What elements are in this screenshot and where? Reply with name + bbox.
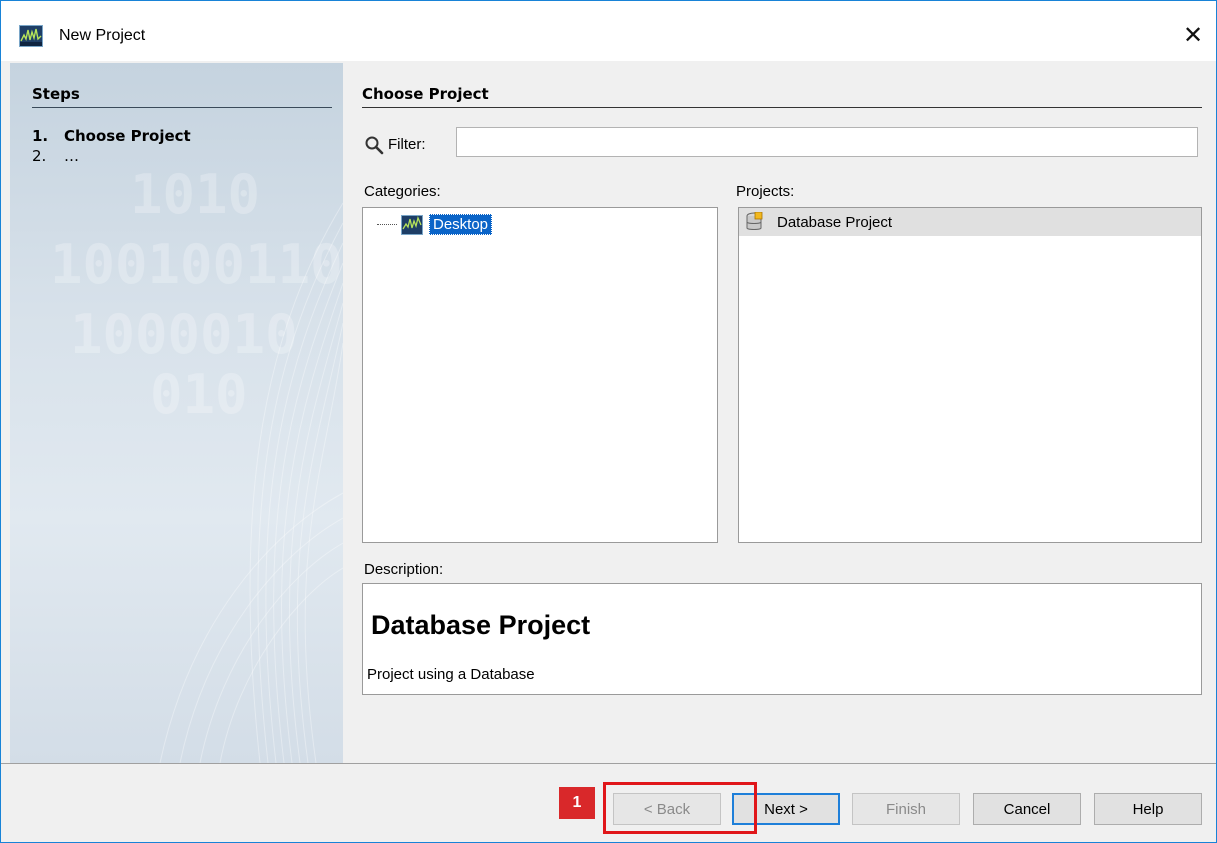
description-label: Description: — [364, 561, 444, 578]
filter-label: Filter: — [388, 136, 426, 153]
help-button[interactable]: Help — [1094, 793, 1202, 825]
list-item-label: Database Project — [777, 213, 893, 231]
step-label: Choose Project — [64, 127, 191, 145]
window-title: New Project — [59, 27, 146, 44]
step-label: … — [64, 147, 79, 165]
app-icon — [19, 25, 43, 47]
desktop-category-icon — [401, 214, 423, 235]
list-item-database-project[interactable]: Database Project — [739, 208, 1201, 236]
step-number: 2. — [32, 147, 47, 165]
finish-button[interactable]: Finish — [852, 793, 960, 825]
svg-text:1010: 1010 — [130, 163, 260, 226]
steps-background-graphic: 1010 100100110 1000010 010 — [50, 163, 343, 763]
steps-header: Steps — [32, 85, 332, 108]
step-number: 1. — [32, 127, 49, 145]
annotation-badge: 1 — [559, 787, 595, 819]
tree-item-label: Desktop — [429, 214, 493, 235]
page-title: Choose Project — [362, 85, 1202, 108]
step-item-choose-project: 1. Choose Project — [32, 127, 191, 145]
content-panel: Choose Project Filter: Categories: Proje… — [346, 63, 1216, 763]
filter-input[interactable] — [456, 127, 1198, 157]
close-icon[interactable]: ✕ — [1170, 13, 1216, 57]
svg-text:1000010: 1000010 — [70, 303, 298, 366]
tree-connector — [377, 224, 397, 225]
footer-divider — [1, 763, 1216, 764]
categories-tree[interactable]: Desktop — [362, 207, 718, 543]
svg-text:010: 010 — [150, 363, 248, 426]
description-title: Database Project — [371, 610, 591, 640]
projects-label: Projects: — [736, 183, 795, 200]
projects-list[interactable]: Database Project — [738, 207, 1202, 543]
categories-label: Categories: — [364, 183, 441, 200]
description-text: Project using a Database — [367, 666, 535, 683]
steps-panel: 1010 100100110 1000010 010 Steps 1. Choos… — [10, 63, 343, 763]
description-box: Database Project Project using a Databas… — [362, 583, 1202, 695]
annotation-highlight-box — [603, 782, 757, 834]
cancel-button[interactable]: Cancel — [973, 793, 1081, 825]
database-icon — [745, 211, 763, 232]
tree-item-desktop[interactable]: Desktop — [377, 214, 493, 235]
new-project-dialog: New Project ✕ 1010 100100110 1000010 010… — [0, 0, 1217, 843]
search-icon — [364, 135, 384, 155]
title-bar: New Project ✕ — [1, 1, 1216, 61]
svg-text:100100110: 100100110 — [50, 233, 343, 296]
step-item-next: 2. … — [32, 147, 79, 165]
